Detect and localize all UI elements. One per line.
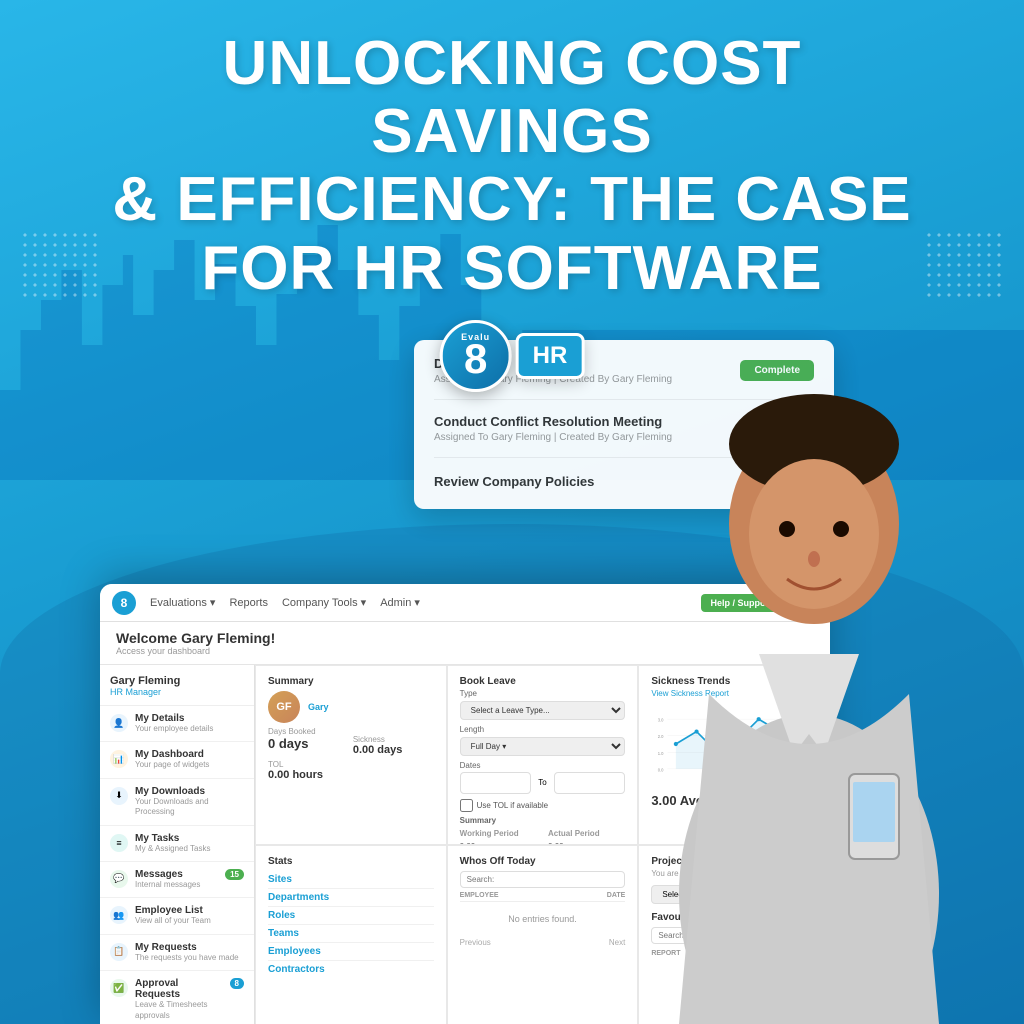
stats-list: Sites Departments Roles Teams Employees … <box>268 871 434 978</box>
stats-teams[interactable]: Teams <box>268 925 434 943</box>
headline-block: UNLOCKING COST SAVINGS & EFFICIENCY: THE… <box>77 30 947 303</box>
sidebar-user-name: Gary Fleming <box>110 675 244 687</box>
approval-badge: 8 <box>230 978 244 989</box>
nav-reports[interactable]: Reports <box>229 597 268 609</box>
summary-grid: Days Booked 0 days Sickness 0.00 days TO… <box>268 727 434 781</box>
approval-icon: ✅ <box>110 979 128 997</box>
stats-contractors[interactable]: Contractors <box>268 961 434 978</box>
sidebar-item-my-requests[interactable]: 📋 My Requests The requests you have made <box>100 935 254 971</box>
employee-col-header: EMPLOYEE <box>460 892 603 899</box>
days-booked-value: 0 days <box>268 736 349 751</box>
stats-sites[interactable]: Sites <box>268 871 434 889</box>
book-leave-title: Book Leave <box>460 676 626 687</box>
requests-icon: 📋 <box>110 943 128 961</box>
sidebar-my-downloads-sub: Your Downloads and Processing <box>135 797 244 818</box>
summary-title: Summary <box>268 676 434 687</box>
bottom-employees-label: Employees <box>0 1005 1024 1024</box>
logo-eight: 8 <box>464 338 487 380</box>
sickness-value: 0.00 days <box>353 744 434 756</box>
tol-checkbox[interactable] <box>460 799 473 812</box>
tol-checkbox-label: Use TOL if available <box>477 801 548 810</box>
whos-off-search[interactable] <box>460 871 626 888</box>
dates-label: Dates <box>460 761 626 770</box>
sidebar-item-my-dashboard[interactable]: 📊 My Dashboard Your page of widgets <box>100 742 254 778</box>
tol-value: 0.00 hours <box>268 769 349 781</box>
prev-btn[interactable]: Previous <box>460 938 491 947</box>
sidebar-my-dashboard-label: My Dashboard <box>135 749 209 760</box>
sidebar-item-messages[interactable]: 💬 Messages Internal messages 15 <box>100 862 254 898</box>
user-avatar: GF <box>268 691 300 723</box>
sidebar-my-downloads-label: My Downloads <box>135 786 244 797</box>
sidebar-my-dashboard-sub: Your page of widgets <box>135 760 209 770</box>
nav-logo: 8 <box>112 591 136 615</box>
stats-employees[interactable]: Employees <box>268 943 434 961</box>
nav-admin[interactable]: Admin ▾ <box>380 596 420 609</box>
to-label: To <box>535 772 549 794</box>
task-3-title: Review Company Policies <box>434 474 594 489</box>
stats-roles[interactable]: Roles <box>268 907 434 925</box>
leave-summary-table: Working Period Actual Period 0.00 0.00 <box>460 827 626 845</box>
sidebar: Gary Fleming HR Manager 👤 My Details You… <box>100 665 255 1024</box>
chart-icon: 📊 <box>110 750 128 768</box>
sidebar-my-details-label: My Details <box>135 713 213 724</box>
sidebar-item-my-tasks[interactable]: ≡ My Tasks My & Assigned Tasks <box>100 826 254 862</box>
whos-off-title: Whos Off Today <box>460 856 626 867</box>
summary-panel: Summary GF Gary Days Booked 0 days S <box>255 665 447 845</box>
sidebar-user-role: HR Manager <box>110 687 244 697</box>
stats-departments[interactable]: Departments <box>268 889 434 907</box>
person-icon: 👤 <box>110 714 128 732</box>
person-photo <box>609 274 1009 1024</box>
sidebar-employee-list-sub: View all of your Team <box>135 916 211 926</box>
nav-company-tools[interactable]: Company Tools ▾ <box>282 596 366 609</box>
sidebar-approval-label: Approval Requests <box>135 978 223 1000</box>
pagination: Previous Next <box>460 938 626 947</box>
download-icon: ⬇ <box>110 787 128 805</box>
whos-off-table-header: EMPLOYEE DATE <box>460 892 626 902</box>
length-select[interactable]: Full Day ▾ <box>460 737 626 756</box>
type-label: Type <box>460 689 626 698</box>
sidebar-item-my-details[interactable]: 👤 My Details Your employee details <box>100 706 254 742</box>
length-label: Length <box>460 725 626 734</box>
sidebar-item-employee-list[interactable]: 👥 Employee List View all of your Team <box>100 898 254 934</box>
sidebar-user: Gary Fleming HR Manager <box>100 665 254 706</box>
sidebar-messages-label: Messages <box>135 869 200 880</box>
logo-circle: Evalu 8 <box>440 320 512 392</box>
type-select[interactable]: Select a Leave Type... <box>460 701 626 720</box>
stats-panel: Stats Sites Departments Roles Teams Empl… <box>255 845 447 1024</box>
nav-evaluations[interactable]: Evaluations ▾ <box>150 596 215 609</box>
sickness-label: Sickness <box>353 735 434 744</box>
messages-icon: 💬 <box>110 870 128 888</box>
sidebar-my-tasks-label: My Tasks <box>135 833 210 844</box>
sidebar-my-requests-label: My Requests <box>135 942 239 953</box>
sidebar-my-details-sub: Your employee details <box>135 724 213 734</box>
tasks-icon: ≡ <box>110 834 128 852</box>
sidebar-my-tasks-sub: My & Assigned Tasks <box>135 844 210 854</box>
no-entries-msg: No entries found. <box>460 904 626 934</box>
days-booked-label: Days Booked <box>268 727 349 736</box>
sidebar-my-requests-sub: The requests you have made <box>135 953 239 963</box>
avatar-name: Gary <box>308 702 329 712</box>
employee-list-icon: 👥 <box>110 906 128 924</box>
logo-badge: Evalu 8 HR <box>440 320 585 392</box>
messages-badge: 15 <box>225 869 244 880</box>
logo-hr-text: HR <box>516 333 585 379</box>
stats-title: Stats <box>268 856 434 867</box>
sidebar-employee-list-label: Employee List <box>135 905 211 916</box>
working-period-header: Working Period <box>460 827 548 840</box>
sidebar-item-my-downloads[interactable]: ⬇ My Downloads Your Downloads and Proces… <box>100 779 254 826</box>
tol-label: TOL <box>268 760 349 769</box>
sidebar-messages-sub: Internal messages <box>135 880 200 890</box>
dates-from-input[interactable] <box>460 772 532 794</box>
summary-sub-label: Summary <box>460 816 626 825</box>
main-headline: UNLOCKING COST SAVINGS & EFFICIENCY: THE… <box>77 30 947 303</box>
